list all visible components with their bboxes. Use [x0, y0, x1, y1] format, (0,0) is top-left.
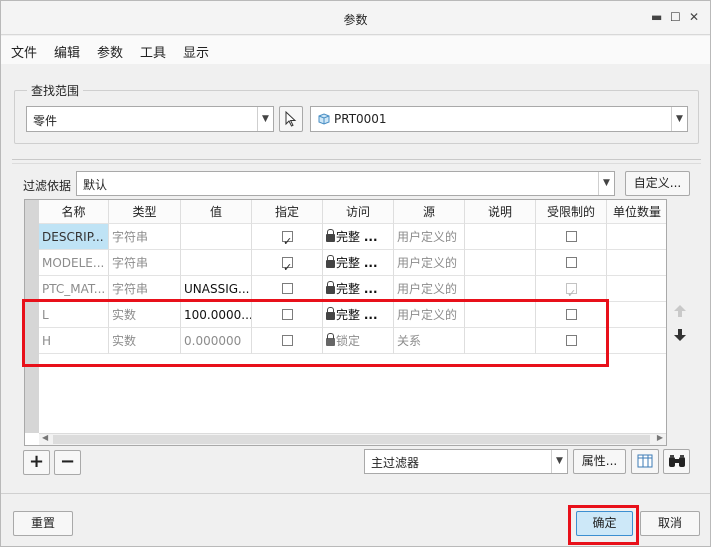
part-select[interactable]: PRT0001 ▼ [310, 106, 688, 132]
column-header-restricted[interactable]: 受限制的 [536, 200, 607, 224]
divider [12, 163, 701, 164]
menu-tools[interactable]: 工具 [140, 42, 166, 61]
table-cell-unit-quantity[interactable] [607, 328, 666, 354]
footer-divider [1, 493, 710, 494]
lock-icon [326, 229, 335, 242]
designated-checkbox[interactable] [282, 229, 293, 249]
table-cell-unit-quantity[interactable] [607, 276, 666, 302]
filter-label: 过滤依据 [23, 179, 72, 193]
table-cell-restricted [536, 250, 607, 276]
table-cell-source[interactable]: 用户定义的 [394, 224, 465, 250]
part-cube-icon [318, 113, 330, 125]
table-cell-unit-quantity[interactable] [607, 250, 666, 276]
title-bar: 参数 ▬ ☐ ✕ [1, 1, 710, 35]
menu-edit[interactable]: 编辑 [54, 42, 80, 61]
designated-checkbox[interactable] [282, 283, 293, 294]
column-header-value[interactable]: 值 [181, 200, 252, 224]
lock-icon [326, 281, 335, 294]
column-header-type[interactable]: 类型 [109, 200, 181, 224]
table-cell-unit-quantity[interactable] [607, 224, 666, 250]
remove-parameter-button[interactable]: − [54, 450, 81, 475]
table-cell-type[interactable]: 字符串 [109, 224, 181, 250]
table-cell-type[interactable]: 字符串 [109, 250, 181, 276]
access-value: 完整 [336, 230, 361, 244]
cursor-arrow-icon [285, 110, 297, 127]
properties-button[interactable]: 属性... [573, 449, 626, 474]
maximize-icon[interactable]: ☐ [670, 10, 681, 24]
move-up-icon[interactable] [673, 304, 687, 318]
table-cell-description[interactable] [465, 224, 536, 250]
chevron-down-icon: ▼ [257, 107, 273, 131]
column-header-access[interactable]: 访问 [323, 200, 394, 224]
column-header-designated[interactable]: 指定 [252, 200, 323, 224]
chevron-down-icon: ▼ [551, 450, 567, 473]
table-cell-name[interactable]: MODELE... [39, 250, 109, 276]
search-parameters-button[interactable] [663, 449, 690, 474]
table-cell-restricted [536, 224, 607, 250]
scroll-left-icon[interactable]: ◀ [42, 433, 48, 442]
table-cell-name[interactable]: DESCRIP... [39, 224, 109, 250]
chevron-down-icon: ▼ [671, 107, 687, 131]
ellipsis: ... [363, 230, 378, 244]
ellipsis: ... [363, 256, 378, 270]
table-cell-description[interactable] [465, 250, 536, 276]
minimize-icon[interactable]: ▬ [651, 10, 662, 24]
horizontal-scrollbar[interactable]: ◀ ▶ [39, 433, 666, 445]
column-header-name[interactable]: 名称 [39, 200, 109, 224]
lock-icon [326, 255, 335, 268]
scrollbar-thumb[interactable] [53, 435, 650, 444]
access-value: 完整 [336, 256, 361, 270]
highlight-box [22, 299, 609, 367]
parameters-dialog: 参数 ▬ ☐ ✕ 文件 编辑 参数 工具 显示 查找范围 零件 ▼ PRT000… [0, 0, 711, 547]
menu-parameters[interactable]: 参数 [97, 42, 123, 61]
table-cell-designated [252, 224, 323, 250]
reset-button[interactable]: 重置 [13, 511, 73, 536]
menu-bar: 文件 编辑 参数 工具 显示 [1, 36, 710, 64]
menu-display[interactable]: 显示 [183, 42, 209, 61]
table-cell-access[interactable]: 完整 ... [323, 250, 394, 276]
divider [12, 159, 701, 160]
customize-button[interactable]: 自定义... [625, 171, 690, 196]
binoculars-icon [668, 455, 685, 467]
filter-select[interactable]: 默认 ▼ [76, 171, 615, 196]
main-filter-select[interactable]: 主过滤器 ▼ [364, 449, 568, 474]
restricted-checkbox[interactable] [566, 257, 577, 268]
table-cell-source[interactable]: 用户定义的 [394, 250, 465, 276]
table-cell-designated [252, 250, 323, 276]
main-filter-value: 主过滤器 [371, 456, 420, 470]
table-columns-button[interactable] [631, 449, 659, 474]
select-pointer-button[interactable] [279, 106, 303, 132]
ellipsis: ... [363, 282, 378, 296]
restricted-checkbox[interactable] [566, 231, 577, 242]
table-cell-access[interactable]: 完整 ... [323, 224, 394, 250]
scope-type-value: 零件 [33, 114, 58, 128]
table-cell-value[interactable] [181, 250, 252, 276]
scroll-right-icon[interactable]: ▶ [657, 433, 663, 442]
search-scope-label: 查找范围 [27, 82, 84, 99]
column-header-description[interactable]: 说明 [465, 200, 536, 224]
highlight-box [568, 505, 639, 545]
cancel-button[interactable]: 取消 [640, 511, 700, 536]
access-value: 完整 [336, 282, 361, 296]
restricted-checkbox [566, 281, 577, 301]
designated-checkbox[interactable] [282, 255, 293, 275]
move-down-icon[interactable] [673, 328, 687, 342]
column-header-source[interactable]: 源 [394, 200, 465, 224]
add-parameter-button[interactable]: + [23, 450, 50, 475]
filter-value: 默认 [83, 178, 108, 192]
menu-file[interactable]: 文件 [11, 42, 37, 61]
scope-type-select[interactable]: 零件 ▼ [26, 106, 274, 132]
table-grid-icon [637, 454, 653, 468]
column-header-unit-quantity[interactable]: 单位数量 [607, 200, 666, 224]
close-icon[interactable]: ✕ [689, 10, 699, 24]
part-value: PRT0001 [334, 112, 387, 126]
table-cell-unit-quantity[interactable] [607, 302, 666, 328]
chevron-down-icon: ▼ [598, 172, 614, 195]
window-title: 参数 [343, 13, 368, 27]
table-cell-value[interactable] [181, 224, 252, 250]
